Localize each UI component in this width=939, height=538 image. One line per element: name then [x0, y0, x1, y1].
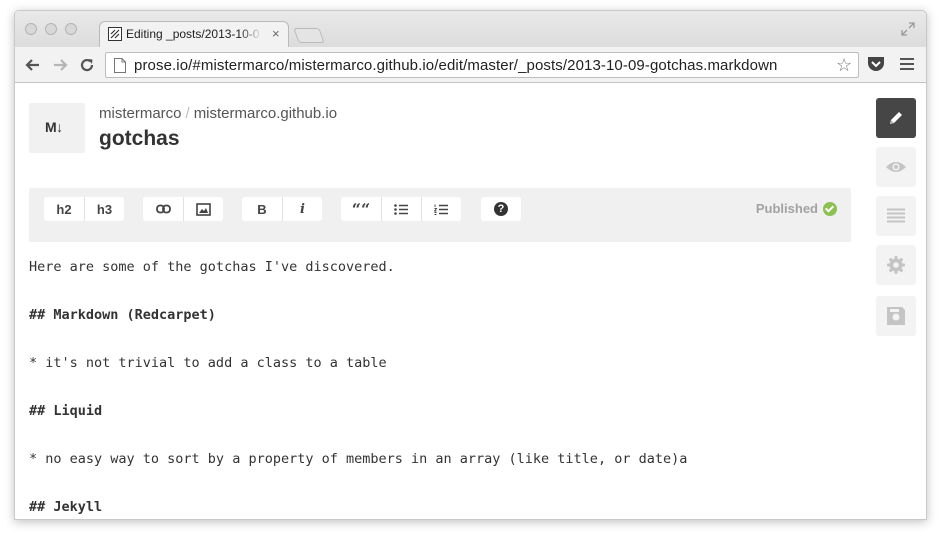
- bulleted-list-icon: [394, 203, 408, 215]
- save-icon: [887, 307, 905, 325]
- back-arrow-icon[interactable]: [23, 55, 43, 75]
- menu-icon[interactable]: [900, 58, 914, 72]
- image-icon: [196, 202, 211, 216]
- editor-line: Here are some of the gotchas I've discov…: [29, 259, 395, 275]
- published-check-icon: [823, 201, 837, 216]
- prose-editor: M↓ mistermarco / mistermarco.github.io got…: [15, 83, 926, 519]
- help-icon: ?: [494, 202, 508, 216]
- numbered-list-button[interactable]: [421, 197, 461, 221]
- tab-close-icon[interactable]: ×: [272, 26, 280, 42]
- prose-favicon-icon: [108, 27, 122, 41]
- heading-group: h2 h3: [44, 197, 124, 221]
- link-icon: [155, 204, 171, 214]
- italic-button[interactable]: i: [282, 197, 322, 221]
- help-group: ?: [481, 197, 521, 221]
- editor-line: ## Markdown (Redcarpet): [29, 307, 216, 323]
- preview-mode-button[interactable]: [876, 147, 916, 187]
- address-bar[interactable]: prose.io/#mistermarco/mistermarco.github…: [105, 52, 859, 78]
- breadcrumb-separator: /: [185, 105, 190, 122]
- h2-button[interactable]: h2: [44, 197, 84, 221]
- url-text: prose.io/#mistermarco/mistermarco.github…: [134, 57, 778, 74]
- block-group: ““: [341, 197, 461, 221]
- eye-icon: [886, 162, 906, 172]
- pocket-icon[interactable]: [867, 56, 885, 73]
- formatting-toolbar: h2 h3 B i ““ ? Published: [29, 188, 851, 242]
- reload-icon[interactable]: [77, 55, 97, 75]
- bold-button[interactable]: B: [242, 197, 282, 221]
- zoom-window-button[interactable]: [65, 23, 77, 35]
- editor-line: * it's not trivial to add a class to a t…: [29, 355, 387, 371]
- edit-mode-button[interactable]: [876, 98, 916, 138]
- image-button[interactable]: [183, 197, 223, 221]
- browser-tab[interactable]: Editing _posts/2013-10-0 ×: [99, 21, 289, 47]
- close-window-button[interactable]: [25, 23, 37, 35]
- insert-group: [143, 197, 223, 221]
- page-icon: [114, 58, 126, 73]
- forward-arrow-icon[interactable]: [50, 55, 70, 75]
- settings-button[interactable]: [876, 245, 916, 285]
- markdown-file-badge: M↓: [29, 103, 85, 153]
- save-button[interactable]: [876, 296, 916, 336]
- emphasis-group: B i: [242, 197, 322, 221]
- link-button[interactable]: [143, 197, 183, 221]
- gear-icon: [887, 256, 905, 274]
- blockquote-button[interactable]: ““: [341, 197, 381, 221]
- help-button[interactable]: ?: [481, 197, 521, 221]
- title-bar: Editing _posts/2013-10-0 ×: [15, 11, 926, 47]
- new-tab-button[interactable]: [293, 28, 325, 43]
- editor-line: ## Liquid: [29, 403, 103, 419]
- published-label: Published: [755, 201, 818, 216]
- h3-button[interactable]: h3: [84, 197, 124, 221]
- bookmark-star-icon[interactable]: ☆: [836, 55, 852, 75]
- numbered-list-icon: [434, 204, 448, 215]
- list-icon: [887, 208, 905, 223]
- pencil-icon: [890, 112, 902, 124]
- bulleted-list-button[interactable]: [381, 197, 421, 221]
- breadcrumb-repo-link[interactable]: mistermarco.github.io: [194, 105, 337, 122]
- editor-line: * no easy way to sort by a property of m…: [29, 451, 688, 467]
- tab-title: Editing _posts/2013-10-0: [126, 27, 262, 41]
- breadcrumb-user-link[interactable]: mistermarco: [99, 105, 182, 122]
- markdown-badge-text: M↓: [45, 119, 63, 135]
- minimize-window-button[interactable]: [45, 23, 57, 35]
- browser-window: Editing _posts/2013-10-0 × prose.io/#mis…: [14, 10, 927, 520]
- editor-line: ## Jekyll: [29, 499, 103, 515]
- browser-toolbar: prose.io/#mistermarco/mistermarco.github…: [15, 47, 926, 83]
- page-title: gotchas: [99, 127, 180, 150]
- breadcrumb: mistermarco / mistermarco.github.io: [99, 105, 337, 122]
- metadata-button[interactable]: [876, 196, 916, 236]
- published-status[interactable]: Published: [756, 201, 837, 216]
- fullscreen-icon[interactable]: [900, 21, 916, 37]
